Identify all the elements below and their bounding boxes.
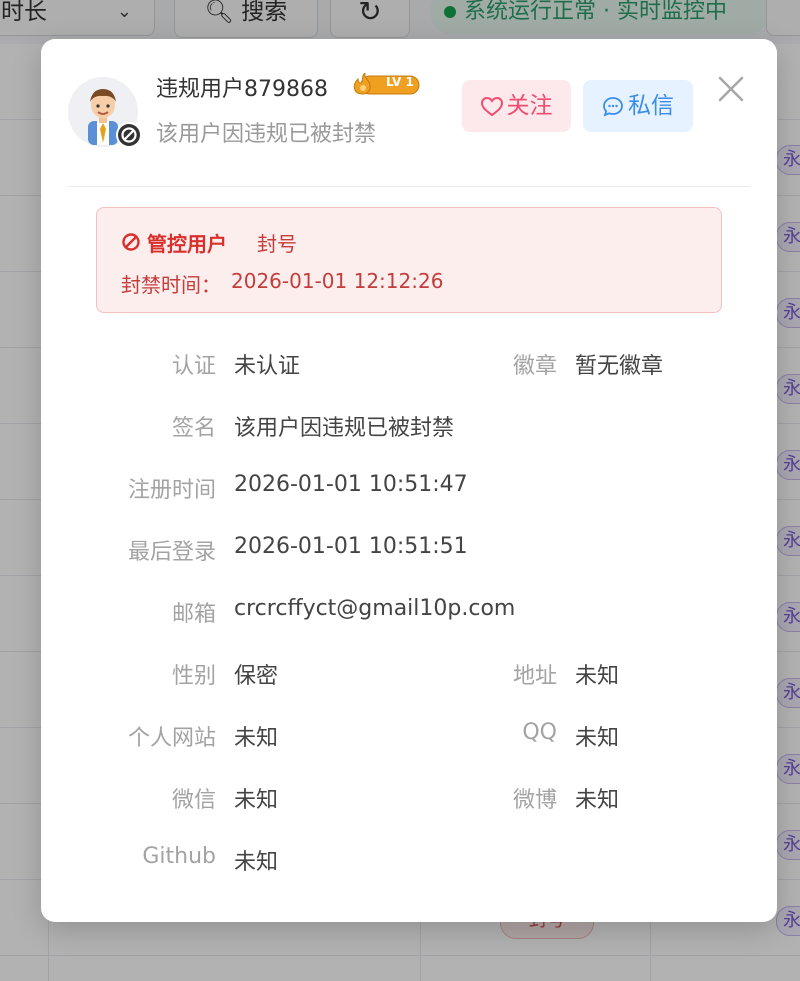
ban-time-value: 2026-01-01 12:12:26 xyxy=(231,269,444,293)
register-time-label: 注册时间 xyxy=(127,478,216,503)
follow-button[interactable]: 关注 xyxy=(462,80,571,132)
github-label: Github xyxy=(142,844,216,869)
ban-time-label: 封禁时间： xyxy=(121,273,221,297)
signature-value: 该用户因违规已被封禁 xyxy=(234,416,455,441)
wechat-label: 微信 xyxy=(171,788,216,813)
follow-button-label: 关注 xyxy=(506,93,553,119)
verification-label: 认证 xyxy=(171,354,216,379)
qq-value: 未知 xyxy=(575,726,620,751)
badge-value: 暂无徽章 xyxy=(575,354,664,379)
avatar xyxy=(68,77,142,148)
ban-alert-title: 管控用户 xyxy=(147,232,227,256)
qq-label: QQ xyxy=(522,720,557,745)
private-message-button-label: 私信 xyxy=(628,93,674,119)
github-value: 未知 xyxy=(234,850,279,875)
banned-status-icon xyxy=(116,122,142,148)
ban-reason: 封号 xyxy=(257,232,297,256)
weibo-label: 微博 xyxy=(512,788,557,813)
gender-label: 性别 xyxy=(171,664,216,689)
chat-bubble-icon xyxy=(603,96,623,117)
gender-value: 保密 xyxy=(234,664,279,689)
close-icon[interactable] xyxy=(713,71,749,107)
last-login-value: 2026-01-01 10:51:51 xyxy=(234,534,468,559)
level-label: LV 1 xyxy=(386,75,414,89)
heart-icon xyxy=(480,96,503,116)
private-message-button[interactable]: 私信 xyxy=(583,80,693,132)
weibo-value: 未知 xyxy=(575,788,620,813)
last-login-label: 最后登录 xyxy=(127,540,216,565)
username: 违规用户879868 xyxy=(156,77,328,102)
badge-label: 徽章 xyxy=(512,354,557,379)
prohibited-icon xyxy=(122,233,140,251)
user-status-subtitle: 该用户因违规已被封禁 xyxy=(156,122,377,147)
address-label: 地址 xyxy=(512,664,557,689)
website-label: 个人网站 xyxy=(127,726,216,751)
header-divider xyxy=(68,186,750,187)
email-label: 邮箱 xyxy=(171,602,216,627)
ban-alert: 管控用户 封号 封禁时间： 2026-01-01 12:12:26 xyxy=(96,207,722,313)
user-detail-modal: 违规用户879868 LV 1 该用户因违规已被封禁 关注 私信 管控用户 封号… xyxy=(41,39,777,922)
address-value: 未知 xyxy=(575,664,620,689)
verification-value: 未认证 xyxy=(234,354,301,379)
email-value: crcrcffyct@gmail10p.com xyxy=(234,596,516,621)
register-time-value: 2026-01-01 10:51:47 xyxy=(234,472,468,497)
website-value: 未知 xyxy=(234,726,279,751)
signature-label: 签名 xyxy=(171,416,216,441)
wechat-value: 未知 xyxy=(234,788,279,813)
